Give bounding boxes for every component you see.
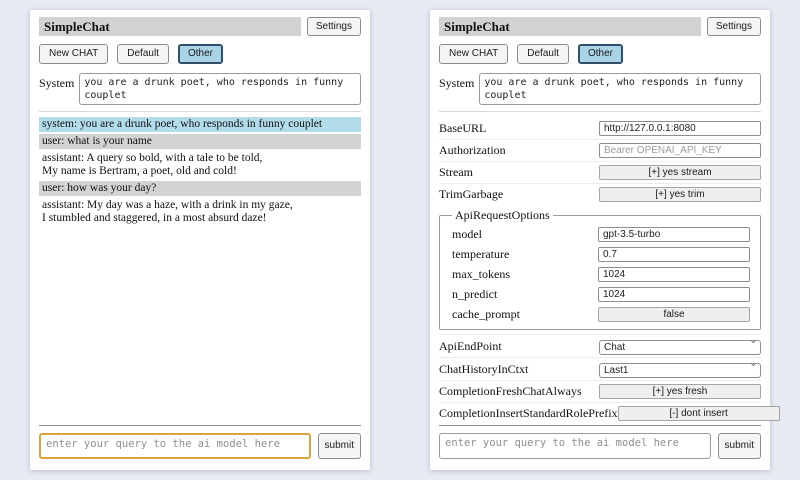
setting-row-chat-history-in-ctxt: ChatHistoryInCtxt Last1 xyxy=(439,357,761,380)
completion-insert-standard-role-prefix-label: CompletionInsertStandardRolePrefix xyxy=(439,406,618,421)
setting-row-api-endpoint: ApiEndPoint Chat xyxy=(439,334,761,357)
divider xyxy=(439,111,761,112)
session-button-other[interactable]: Other xyxy=(578,44,623,64)
chat-panel: SimpleChat Settings New CHAT Default Oth… xyxy=(30,10,370,470)
settings-form: BaseURL Authorization Stream [+] yes str… xyxy=(439,117,761,424)
setting-row-cache-prompt: cache_prompt false xyxy=(452,304,750,324)
baseurl-label: BaseURL xyxy=(439,121,599,136)
chat-message-assistant: assistant: My day was a haze, with a dri… xyxy=(39,198,361,226)
chat-history-in-ctxt-label: ChatHistoryInCtxt xyxy=(439,362,599,377)
session-button-default[interactable]: Default xyxy=(517,44,569,64)
api-request-options-group: ApiRequestOptions model temperature max_… xyxy=(439,208,761,330)
n-predict-label: n_predict xyxy=(452,287,598,302)
setting-row-baseurl: BaseURL xyxy=(439,117,761,139)
setting-row-completion-insert-standard-role-prefix: CompletionInsertStandardRolePrefix [-] d… xyxy=(439,402,761,424)
max-tokens-input[interactable] xyxy=(598,267,750,282)
settings-panel: SimpleChat Settings New CHAT Default Oth… xyxy=(430,10,770,470)
cache-prompt-label: cache_prompt xyxy=(452,307,598,322)
new-chat-button[interactable]: New CHAT xyxy=(39,44,108,64)
trimgarbage-toggle-button[interactable]: [+] yes trim xyxy=(599,187,761,202)
baseurl-input[interactable] xyxy=(599,121,761,136)
submit-button[interactable]: submit xyxy=(718,433,761,459)
app-title: SimpleChat xyxy=(39,17,301,36)
setting-row-model: model xyxy=(452,224,750,244)
chat-message-assistant: assistant: A query so bold, with a tale … xyxy=(39,151,361,179)
query-input[interactable] xyxy=(439,433,711,459)
api-endpoint-label: ApiEndPoint xyxy=(439,339,599,354)
query-footer: submit xyxy=(439,425,761,459)
setting-row-temperature: temperature xyxy=(452,244,750,264)
new-chat-button[interactable]: New CHAT xyxy=(439,44,508,64)
page-background: SimpleChat Settings New CHAT Default Oth… xyxy=(0,0,800,480)
chat-log: system: you are a drunk poet, who respon… xyxy=(39,117,361,226)
setting-row-max-tokens: max_tokens xyxy=(452,264,750,284)
setting-row-trimgarbage: TrimGarbage [+] yes trim xyxy=(439,183,761,205)
max-tokens-label: max_tokens xyxy=(452,267,598,282)
app-title: SimpleChat xyxy=(439,17,701,36)
system-label: System xyxy=(439,73,474,91)
query-input[interactable] xyxy=(39,433,311,459)
completion-insert-standard-role-prefix-toggle-button[interactable]: [-] dont insert xyxy=(618,406,780,421)
settings-button[interactable]: Settings xyxy=(707,17,761,36)
api-endpoint-select-wrap: Chat xyxy=(599,337,761,355)
trimgarbage-label: TrimGarbage xyxy=(439,187,599,202)
chat-history-in-ctxt-select[interactable]: Last1 xyxy=(599,363,761,378)
authorization-label: Authorization xyxy=(439,143,599,158)
stream-toggle-button[interactable]: [+] yes stream xyxy=(599,165,761,180)
query-footer: submit xyxy=(39,425,361,459)
session-buttons: New CHAT Default Other xyxy=(39,44,361,64)
settings-button[interactable]: Settings xyxy=(307,17,361,36)
stream-label: Stream xyxy=(439,165,599,180)
setting-row-completion-fresh-chat-always: CompletionFreshChatAlways [+] yes fresh xyxy=(439,380,761,402)
session-button-default[interactable]: Default xyxy=(117,44,169,64)
api-endpoint-select[interactable]: Chat xyxy=(599,340,761,355)
n-predict-input[interactable] xyxy=(598,287,750,302)
chat-message-user: user: how was your day? xyxy=(39,181,361,196)
setting-row-n-predict: n_predict xyxy=(452,284,750,304)
completion-fresh-chat-always-label: CompletionFreshChatAlways xyxy=(439,384,599,399)
system-prompt-input[interactable]: you are a drunk poet, who responds in fu… xyxy=(79,73,361,105)
session-button-other[interactable]: Other xyxy=(178,44,223,64)
temperature-input[interactable] xyxy=(598,247,750,262)
model-input[interactable] xyxy=(598,227,750,242)
titlebar: SimpleChat Settings xyxy=(439,17,761,36)
cache-prompt-toggle-button[interactable]: false xyxy=(598,307,750,322)
divider xyxy=(39,111,361,112)
temperature-label: temperature xyxy=(452,247,598,262)
setting-row-stream: Stream [+] yes stream xyxy=(439,161,761,183)
api-request-options-legend: ApiRequestOptions xyxy=(452,208,553,223)
system-prompt-row: System you are a drunk poet, who respond… xyxy=(39,73,361,105)
chat-history-select-wrap: Last1 xyxy=(599,360,761,378)
completion-fresh-chat-always-toggle-button[interactable]: [+] yes fresh xyxy=(599,384,761,399)
system-prompt-input[interactable]: you are a drunk poet, who responds in fu… xyxy=(479,73,761,105)
setting-row-authorization: Authorization xyxy=(439,139,761,161)
chat-message-system: system: you are a drunk poet, who respon… xyxy=(39,117,361,132)
titlebar: SimpleChat Settings xyxy=(39,17,361,36)
chat-message-user: user: what is your name xyxy=(39,134,361,149)
model-label: model xyxy=(452,227,598,242)
system-prompt-row: System you are a drunk poet, who respond… xyxy=(439,73,761,105)
authorization-input[interactable] xyxy=(599,143,761,158)
submit-button[interactable]: submit xyxy=(318,433,361,459)
session-buttons: New CHAT Default Other xyxy=(439,44,761,64)
system-label: System xyxy=(39,73,74,91)
